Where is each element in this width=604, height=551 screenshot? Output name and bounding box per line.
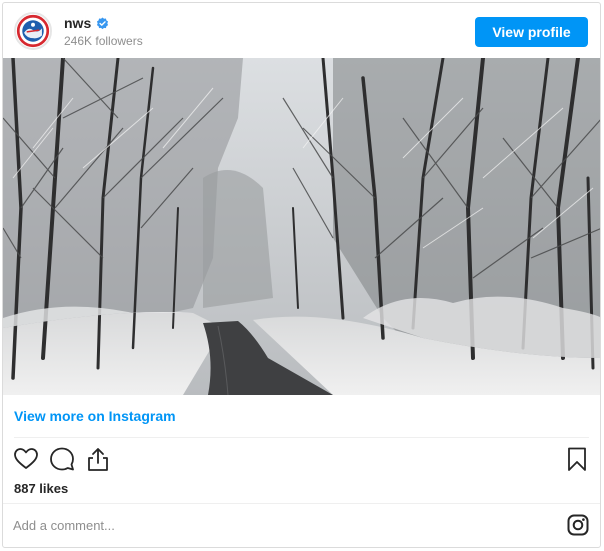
share-icon[interactable]	[85, 446, 111, 472]
view-profile-button[interactable]: View profile	[475, 17, 588, 47]
add-comment-input[interactable]: Add a comment...	[13, 518, 115, 533]
divider	[14, 437, 589, 438]
action-bar	[3, 444, 600, 478]
verified-icon	[96, 16, 109, 30]
snowy-forest-road-image	[3, 58, 600, 395]
instagram-embed-card: nws 246K followers View profile View mor…	[2, 2, 601, 548]
bookmark-icon[interactable]	[564, 446, 590, 472]
username-row[interactable]: nws	[64, 15, 109, 31]
nws-logo-icon	[16, 14, 50, 48]
instagram-icon[interactable]	[567, 514, 589, 536]
post-header: nws 246K followers View profile	[3, 3, 600, 58]
like-count[interactable]: 887 likes	[14, 481, 68, 496]
post-image[interactable]	[3, 58, 600, 395]
view-more-link[interactable]: View more on Instagram	[14, 408, 176, 424]
follower-count: 246K followers	[64, 34, 143, 48]
username[interactable]: nws	[64, 15, 91, 31]
comment-icon[interactable]	[49, 446, 75, 472]
avatar[interactable]	[14, 12, 52, 50]
divider	[3, 503, 600, 504]
heart-icon[interactable]	[13, 446, 39, 472]
